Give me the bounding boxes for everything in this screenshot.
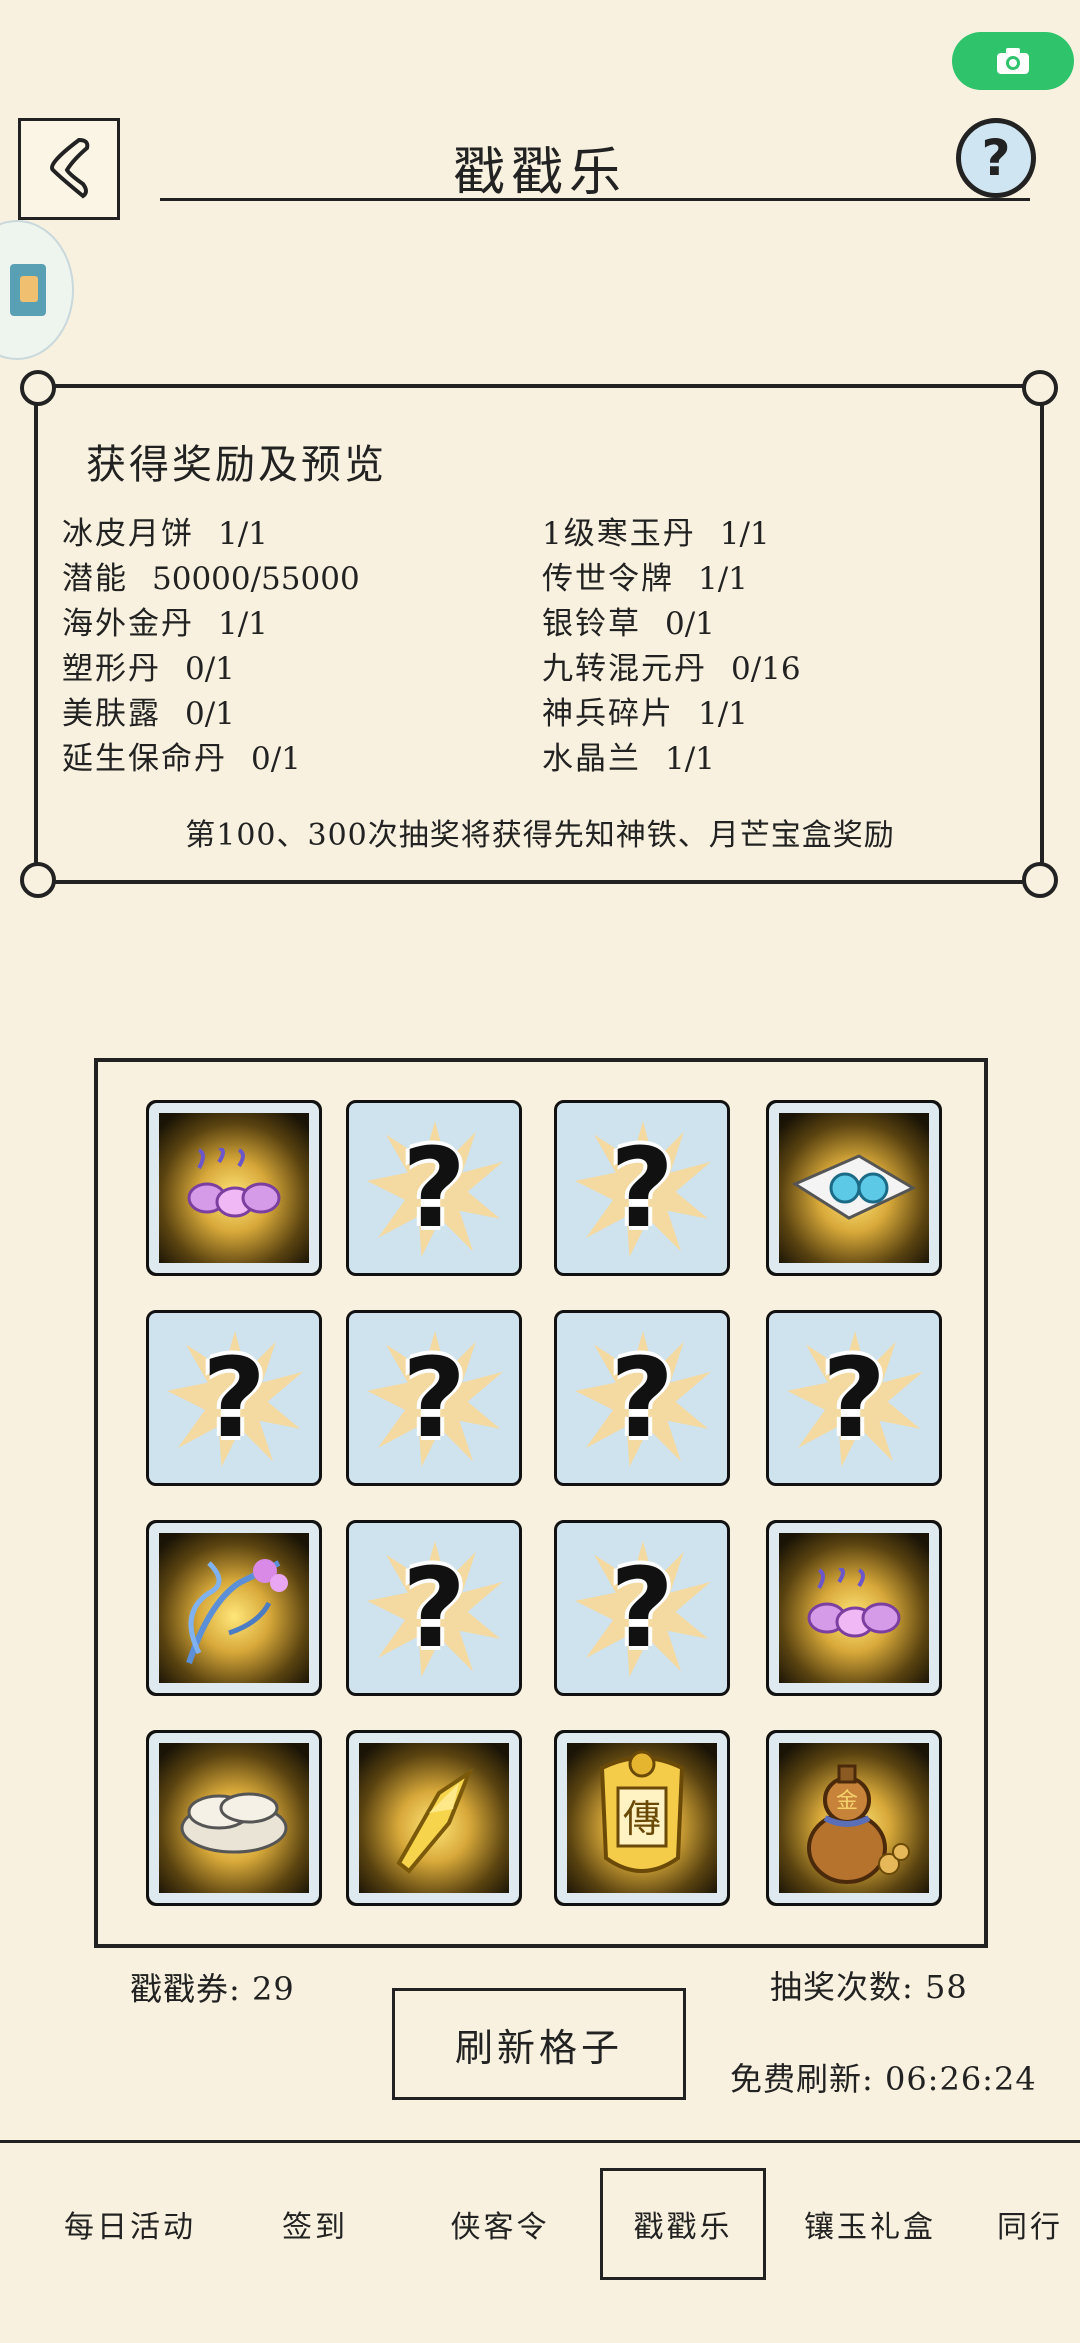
svg-text:傳: 傳 [623, 1797, 661, 1841]
grid-cell[interactable]: ? [766, 1310, 942, 1486]
reward-row: 冰皮月饼 1/1 [62, 508, 268, 553]
reward-count: 0/1 [665, 606, 715, 642]
grid-cell[interactable]: ? [554, 1310, 730, 1486]
refresh-grid-button[interactable]: 刷新格子 [392, 1988, 686, 2100]
reward-name: 潜能 [62, 561, 128, 597]
reward-count: 1/1 [665, 741, 715, 777]
page-title: 戳戳乐 [452, 143, 627, 203]
reward-name: 塑形丹 [62, 651, 161, 687]
reward-name: 延生保命丹 [62, 741, 227, 777]
reward-heading: 获得奖励及预览 [86, 442, 387, 488]
grid-cell[interactable]: ? [346, 1520, 522, 1696]
side-floating-button[interactable] [0, 220, 74, 360]
tab-daily-activity[interactable]: 每日活动 [40, 2202, 220, 2246]
reward-row: 银铃草 0/1 [542, 598, 715, 643]
tab-sign-in[interactable]: 签到 [240, 2202, 390, 2246]
reward-count: 1/1 [218, 516, 268, 552]
reward-row: 美肤露 0/1 [62, 688, 235, 733]
question-mark-icon: ? [822, 1334, 886, 1462]
tab-jade-gift-box[interactable]: 镶玉礼盒 [780, 2202, 960, 2246]
reward-name: 水晶兰 [542, 741, 641, 777]
reward-count: 0/16 [731, 651, 801, 687]
question-mark-icon: ? [610, 1124, 674, 1252]
free-refresh-timer: 免费刷新: 06:26:24 [730, 2060, 1037, 2098]
question-mark-icon: ? [402, 1544, 466, 1672]
question-mark-icon: ? [402, 1334, 466, 1462]
reward-row: 传世令牌 1/1 [542, 553, 748, 598]
draw-count: 抽奖次数: 58 [770, 1968, 968, 2006]
grid-cell[interactable]: 金 [766, 1730, 942, 1906]
camera-icon [997, 48, 1029, 74]
reward-count: 1/1 [698, 696, 748, 732]
reward-name: 美肤露 [62, 696, 161, 732]
grid-cell[interactable]: 傳 [554, 1730, 730, 1906]
reward-name: 冰皮月饼 [62, 516, 194, 552]
svg-text:金: 金 [836, 1789, 858, 1814]
ticket-count: 戳戳券: 29 [130, 1970, 295, 2008]
grid-cell[interactable] [146, 1520, 322, 1696]
grid-cell[interactable]: ? [346, 1100, 522, 1276]
app-icon [10, 264, 46, 316]
question-mark-icon: ? [610, 1544, 674, 1672]
grid-cell[interactable] [146, 1100, 322, 1276]
reward-count: 0/1 [185, 696, 235, 732]
tab-poke-game[interactable]: 戳戳乐 [603, 2202, 763, 2246]
reward-row: 1级寒玉丹 1/1 [542, 508, 770, 553]
help-icon: ? [981, 129, 1011, 187]
reward-row: 潜能 50000/55000 [62, 553, 360, 598]
grid-cell[interactable] [146, 1730, 322, 1906]
reward-name: 1级寒玉丹 [542, 516, 696, 552]
grid-cell[interactable] [346, 1730, 522, 1906]
reward-row: 九转混元丹 0/16 [542, 643, 801, 688]
grid-cell[interactable] [766, 1100, 942, 1276]
reward-row: 塑形丹 0/1 [62, 643, 235, 688]
reward-row: 延生保命丹 0/1 [62, 733, 301, 778]
reward-count: 0/1 [251, 741, 301, 777]
reward-row: 水晶兰 1/1 [542, 733, 715, 778]
grid-cell[interactable] [766, 1520, 942, 1696]
reward-name: 九转混元丹 [542, 651, 707, 687]
reward-count: 1/1 [719, 516, 770, 552]
reward-row: 海外金丹 1/1 [62, 598, 268, 643]
reward-name: 神兵碎片 [542, 696, 674, 732]
reward-count: 0/1 [185, 651, 235, 687]
help-button[interactable]: ? [956, 118, 1036, 198]
reward-name: 传世令牌 [542, 561, 674, 597]
reward-row: 神兵碎片 1/1 [542, 688, 748, 733]
reward-count: 1/1 [698, 561, 748, 597]
reward-name: 银铃草 [542, 606, 641, 642]
grid-cell[interactable]: ? [554, 1520, 730, 1696]
reward-name: 海外金丹 [62, 606, 194, 642]
tab-hero-pass[interactable]: 侠客令 [420, 2202, 580, 2246]
grid-cell[interactable]: ? [346, 1310, 522, 1486]
milestone-note: 第100、300次抽奖将获得先知神铁、月芒宝盒奖励 [185, 818, 895, 853]
question-mark-icon: ? [202, 1334, 266, 1462]
grid-cell[interactable]: ? [554, 1100, 730, 1276]
question-mark-icon: ? [402, 1124, 466, 1252]
question-mark-icon: ? [610, 1334, 674, 1462]
title-divider [160, 198, 1030, 201]
grid-cell[interactable]: ? [146, 1310, 322, 1486]
screenshot-button[interactable] [952, 32, 1074, 90]
tab-companion[interactable]: 同行 [980, 2202, 1080, 2246]
reward-count: 1/1 [218, 606, 268, 642]
reward-count: 50000/55000 [152, 561, 360, 597]
